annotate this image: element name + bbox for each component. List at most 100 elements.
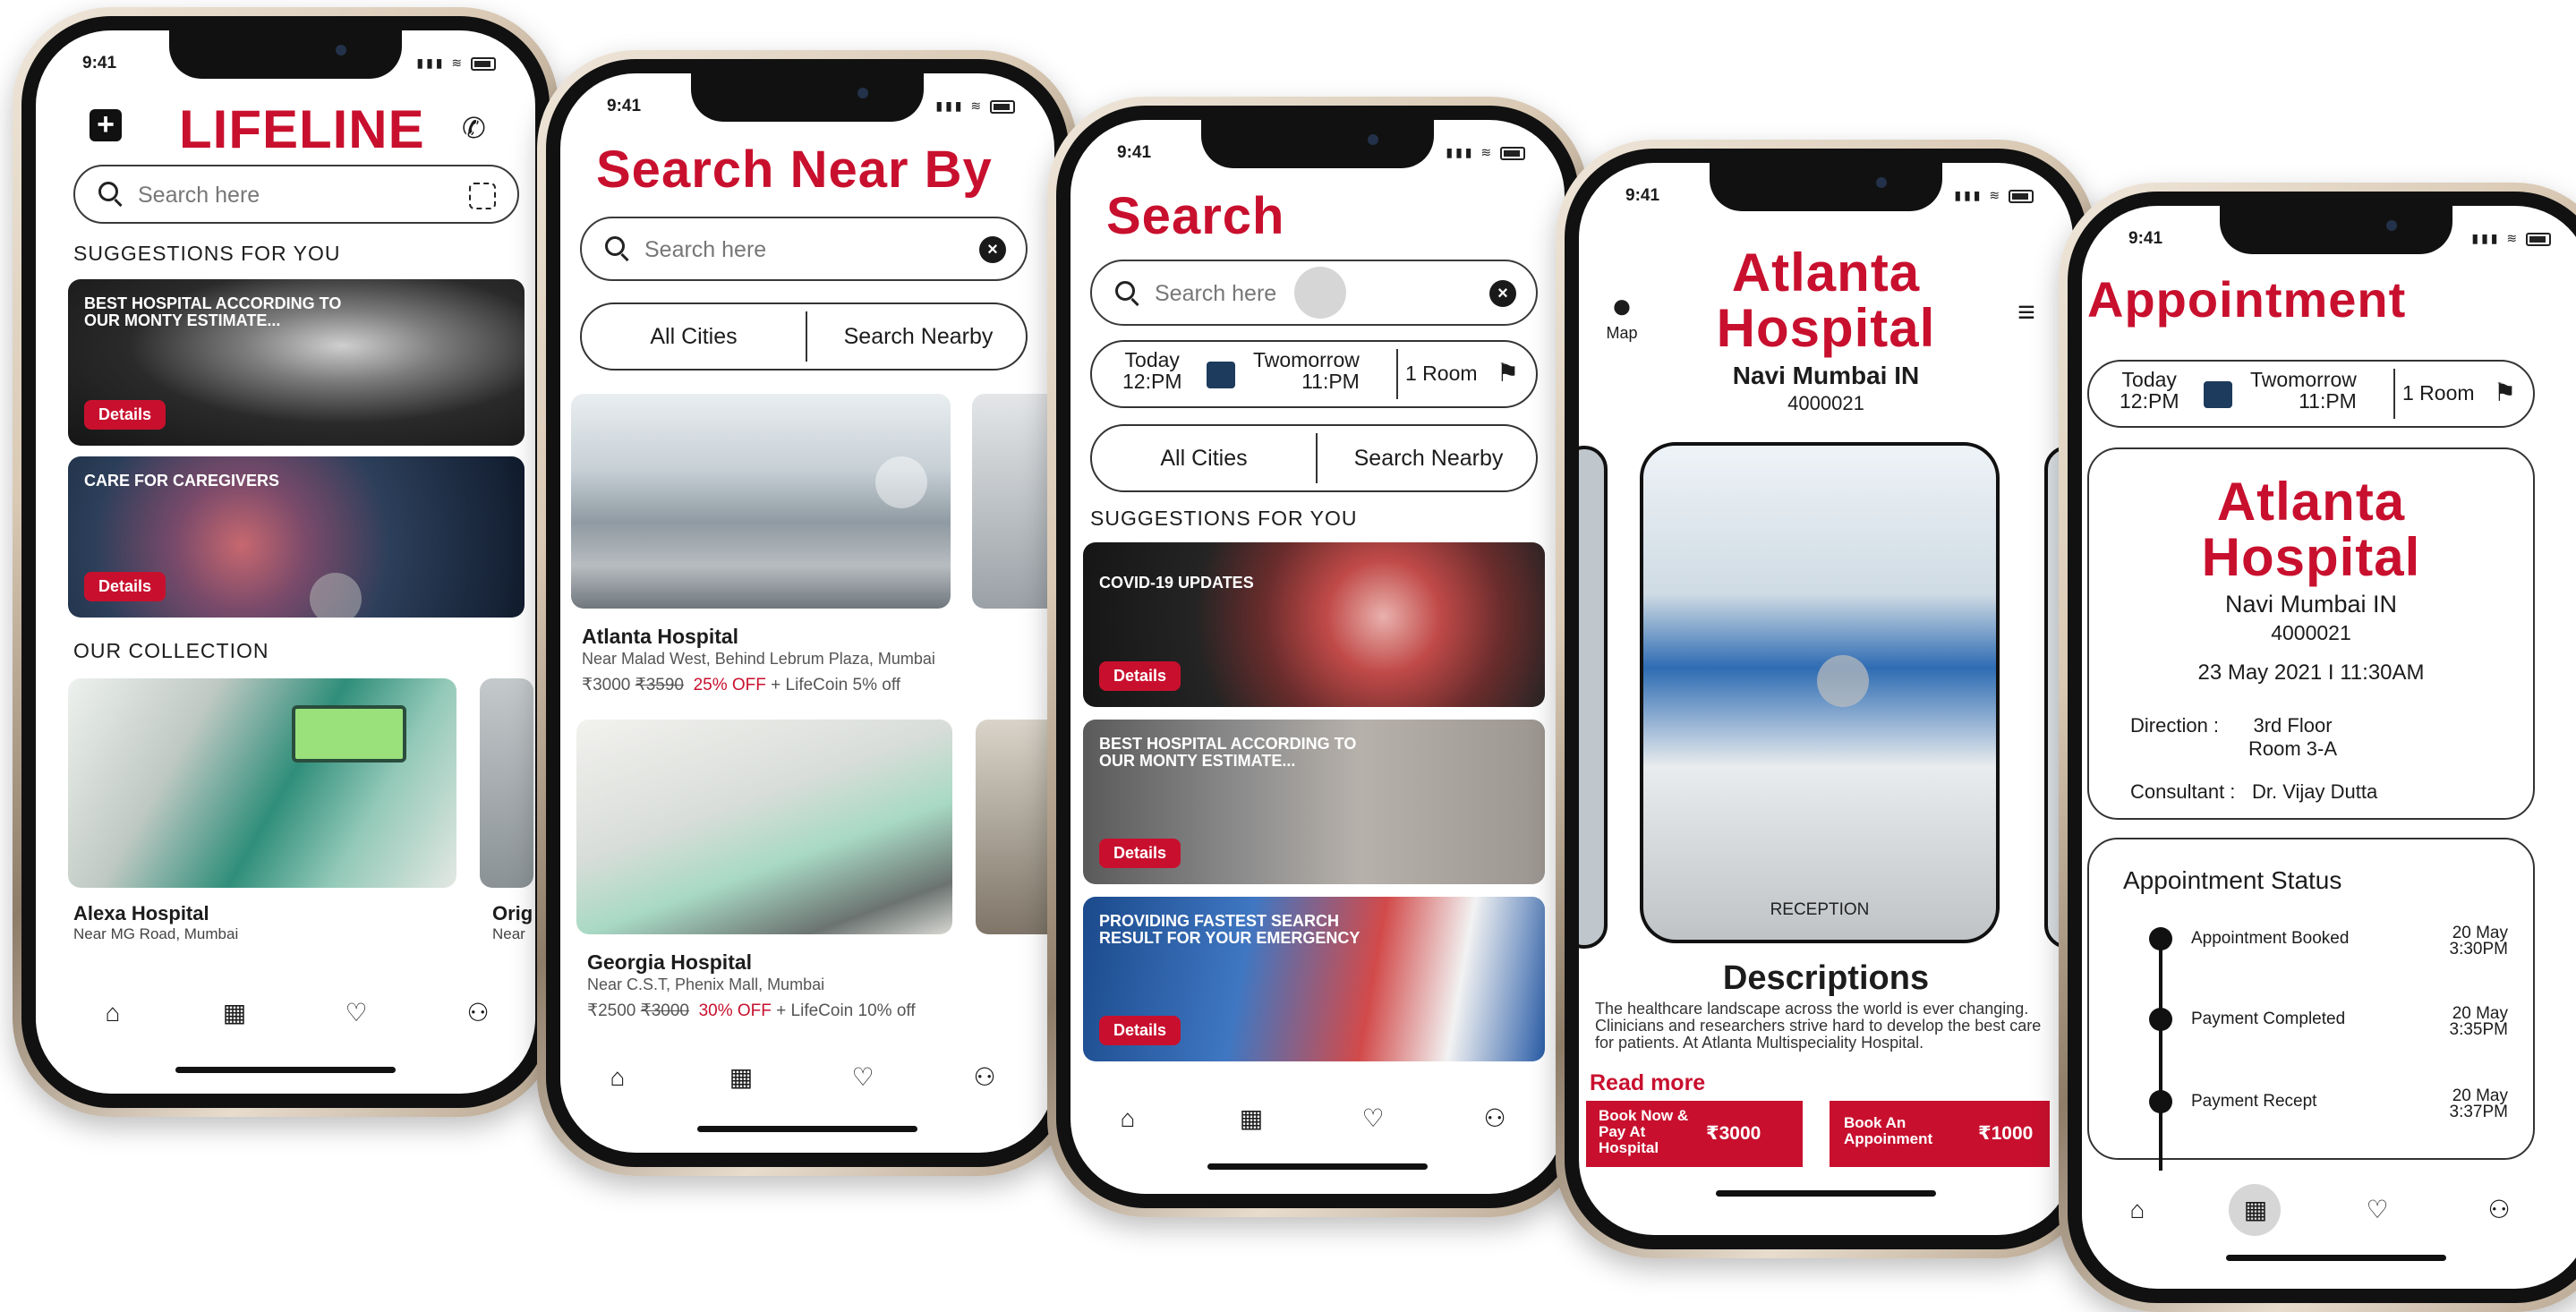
touch-indicator <box>1817 655 1869 707</box>
scan-icon[interactable] <box>469 183 496 209</box>
step-time: 20 May 3:37PM <box>2450 1087 2508 1120</box>
suggestion-card[interactable]: BEST HOSPITAL ACCORDING TO OUR MONTY EST… <box>1083 720 1545 884</box>
profile-icon[interactable]: ⚇ <box>2481 1192 2517 1228</box>
hospital-image[interactable] <box>976 720 1054 934</box>
consultant-value: Dr. Vijay Dutta <box>2252 780 2378 803</box>
home-indicator <box>2226 1255 2446 1261</box>
direction-line1: 3rd Floor <box>2253 714 2333 737</box>
search-placeholder: Search here <box>138 183 260 208</box>
touch-indicator <box>310 573 362 618</box>
phone-search: 9:41 ▮▮▮ ≋ Search Search here × Today 12… <box>1047 97 1588 1217</box>
read-more-link[interactable]: Read more <box>1590 1070 1705 1096</box>
time-label: 12:PM <box>1122 370 1182 393</box>
screen: 9:41 ▮▮▮ ≋ Search Near By Search here × … <box>560 73 1054 1153</box>
hospital-image[interactable] <box>972 394 1054 609</box>
rooms-selector[interactable]: 1 Room <box>1405 362 1478 386</box>
tab-bar: ⌂ ▦ ♡ ⚇ <box>2082 1178 2576 1240</box>
checkin-date[interactable]: Today 12:PM <box>2120 369 2179 412</box>
description-text: The healthcare landscape across the worl… <box>1595 1000 2042 1052</box>
profile-icon[interactable]: ⚇ <box>1477 1101 1513 1137</box>
calendar-icon[interactable]: ▦ <box>2238 1192 2273 1228</box>
descriptions-heading: Descriptions <box>1722 959 1930 997</box>
status-time: 9:41 <box>2128 229 2163 248</box>
details-button[interactable]: Details <box>1099 1016 1181 1045</box>
pincode: 4000021 <box>2271 621 2351 644</box>
screen: 9:41 ▮▮▮ ≋ + LIFELINE ✆ Search here SUGG… <box>36 30 535 1094</box>
collection-card[interactable] <box>480 678 533 888</box>
card-title: COVID-19 UPDATES <box>1099 574 1254 592</box>
app-title: LIFELINE <box>179 99 425 159</box>
calendar-icon[interactable]: ▦ <box>723 1060 759 1095</box>
hospital-name: Alexa Hospital <box>73 902 209 924</box>
heart-icon[interactable]: ♡ <box>1355 1101 1391 1137</box>
details-button[interactable]: Details <box>84 572 166 601</box>
filter-search-nearby[interactable]: Search Nearby <box>1318 426 1540 490</box>
home-icon[interactable]: ⌂ <box>2120 1192 2155 1228</box>
reception-photo[interactable]: RECEPTION <box>1640 442 2000 943</box>
status-icons: ▮▮▮ ≋ <box>2471 231 2551 246</box>
hospital-name: Orig <box>492 902 533 924</box>
search-input[interactable]: Search here × <box>1090 260 1538 326</box>
calendar-icon[interactable]: ▦ <box>1233 1101 1269 1137</box>
suggestion-card[interactable]: BEST HOSPITAL ACCORDING TO OUR MONTY EST… <box>68 279 525 446</box>
details-button[interactable]: Details <box>1099 661 1181 691</box>
status-time: 9:41 <box>82 54 117 72</box>
hospital-address: Near Malad West, Behind Lebrum Plaza, Mu… <box>582 650 935 668</box>
hospital-title: Atlanta Hospital <box>1579 245 2073 356</box>
phone-icon[interactable]: ✆ <box>462 111 486 145</box>
hospital-title-line2: Hospital <box>1716 298 1936 358</box>
heart-icon[interactable]: ♡ <box>845 1060 881 1095</box>
details-button[interactable]: Details <box>84 400 166 430</box>
screen: 9:41 ▮▮▮ ≋ Search Search here × Today 12… <box>1070 120 1565 1194</box>
booking-bar: Today 12:PM Twomorrow 11:PM 1 Room ⚑ <box>2087 360 2535 428</box>
search-placeholder: Search here <box>1155 281 1277 306</box>
search-icon <box>1115 281 1135 301</box>
step-label: Payment Completed <box>2191 1010 2346 1028</box>
search-input[interactable]: Search here × <box>580 217 1028 281</box>
home-icon[interactable]: ⌂ <box>600 1060 635 1095</box>
status-icons: ▮▮▮ ≋ <box>416 55 496 71</box>
filter-all-cities[interactable]: All Cities <box>1092 426 1316 490</box>
step-time: 20 May 3:30PM <box>2450 924 2508 958</box>
clear-icon[interactable]: × <box>1489 280 1516 307</box>
filter-search-nearby[interactable]: Search Nearby <box>807 304 1029 369</box>
home-icon[interactable]: ⌂ <box>95 995 131 1031</box>
heart-icon[interactable]: ♡ <box>2359 1192 2395 1228</box>
home-icon[interactable]: ⌂ <box>1110 1101 1146 1137</box>
step-time: 20 May 3:35PM <box>2450 1005 2508 1038</box>
home-indicator <box>697 1126 917 1132</box>
clear-icon[interactable]: × <box>979 236 1006 263</box>
book-appointment-button[interactable]: Book An Appoinment ₹1000 <box>1830 1101 2050 1167</box>
checkout-date[interactable]: Twomorrow 11:PM <box>2250 369 2357 412</box>
screen: 9:41 ▮▮▮ ≋ Appointment Today 12:PM Twomo… <box>2082 206 2576 1289</box>
profile-icon[interactable]: ⚇ <box>460 995 496 1031</box>
timeline-dot <box>2149 927 2172 950</box>
direction-value: 3rd Floor Room 3-A <box>2248 714 2337 761</box>
suggestion-card[interactable]: COVID-19 UPDATES Details <box>1083 542 1545 707</box>
checkout-date[interactable]: Twomorrow 11:PM <box>1253 349 1360 392</box>
status-time: 9:41 <box>607 97 642 115</box>
old-price: ₹3000 <box>640 1001 689 1020</box>
book-now-pay-at-hospital-button[interactable]: Book Now & Pay At Hospital ₹3000 <box>1586 1101 1803 1167</box>
suggestion-card[interactable]: PROVIDING FASTEST SEARCH RESULT FOR YOUR… <box>1083 897 1545 1061</box>
suggestion-card[interactable]: CARE FOR CAREGIVERS Details <box>68 456 525 618</box>
checkin-date[interactable]: Today 12:PM <box>1122 349 1181 392</box>
appointment-card: Atlanta Hospital Navi Mumbai IN 4000021 … <box>2087 447 2535 820</box>
calendar-icon[interactable]: ▦ <box>217 995 252 1031</box>
battery-icon <box>990 99 1015 114</box>
price: ₹2500 <box>587 1001 636 1020</box>
hospital-image[interactable] <box>571 394 951 609</box>
screen: 9:41 ▮▮▮ ≋ ● Map ≡ Atlanta Hospital Navi… <box>1579 163 2073 1235</box>
rooms-selector[interactable]: 1 Room <box>2402 381 2475 405</box>
heart-icon[interactable]: ♡ <box>338 995 374 1031</box>
collection-card[interactable] <box>68 678 456 888</box>
filter-all-cities[interactable]: All Cities <box>582 304 806 369</box>
step-label: Payment Recept <box>2191 1092 2317 1111</box>
profile-icon[interactable]: ⚇ <box>967 1060 1002 1095</box>
search-input[interactable]: Search here <box>73 165 519 224</box>
discount: 25% OFF <box>693 676 766 694</box>
details-button[interactable]: Details <box>1099 839 1181 868</box>
hospital-image[interactable] <box>576 720 952 934</box>
hospital-title-line2: Hospital <box>2201 527 2421 587</box>
hospital-cross-icon[interactable]: + <box>90 109 122 141</box>
